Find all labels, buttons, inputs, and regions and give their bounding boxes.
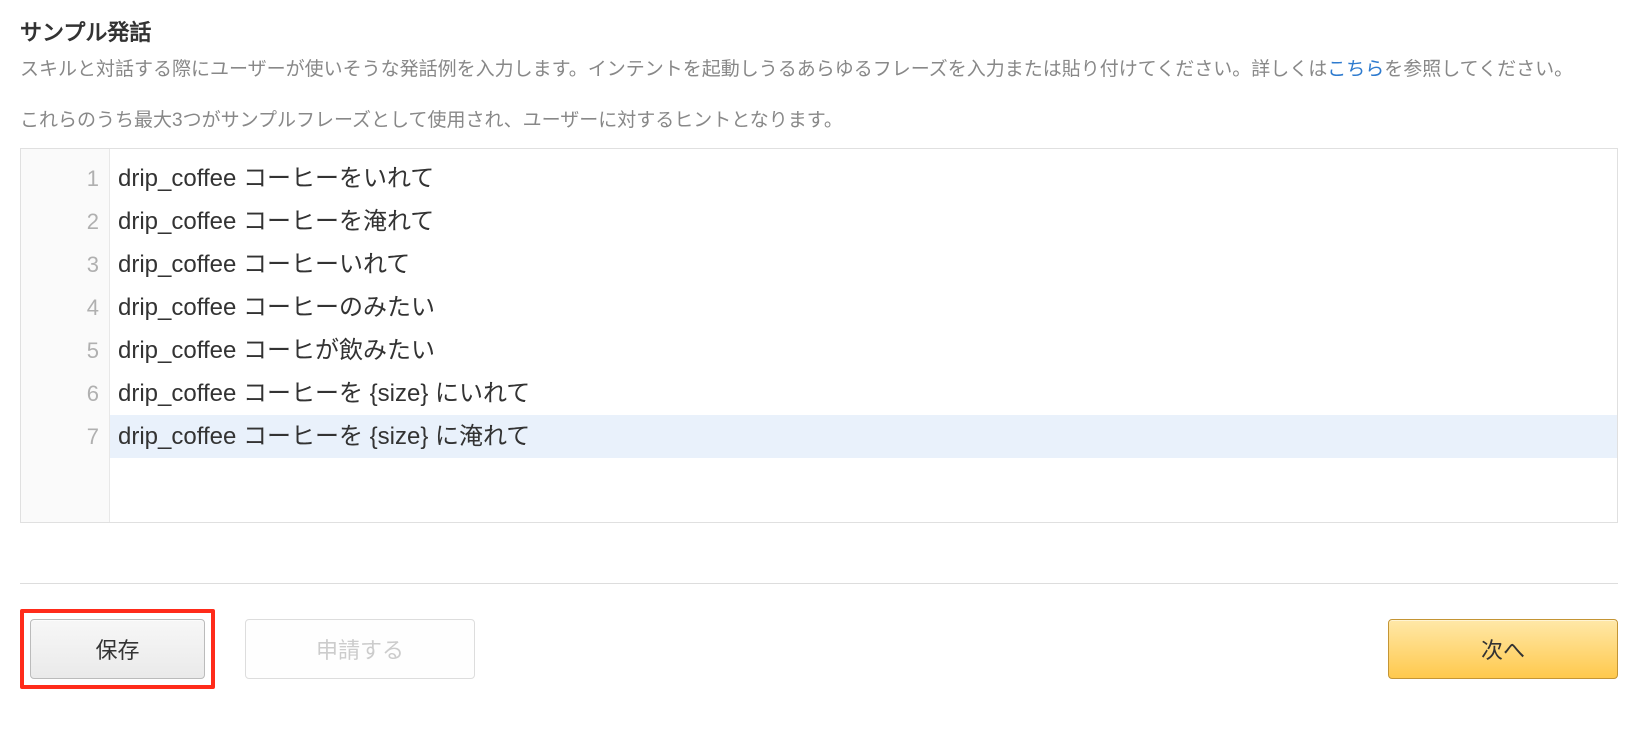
line-number: 7 (21, 415, 109, 458)
section-title: サンプル発話 (20, 15, 1618, 47)
line-number: 6 (21, 372, 109, 415)
description-text-before: スキルと対話する際にユーザーが使いそうな発話例を入力します。インテントを起動しう… (20, 59, 1327, 80)
utterance-line[interactable]: drip_coffee コーヒが飲みたい (110, 329, 1617, 372)
next-button[interactable]: 次へ (1388, 619, 1618, 679)
editor-gutter: 1 2 3 4 5 6 7 (21, 149, 110, 522)
utterance-line[interactable]: drip_coffee コーヒーを {size} にいれて (110, 372, 1617, 415)
line-number: 2 (21, 200, 109, 243)
line-number: 1 (21, 157, 109, 200)
utterance-line[interactable]: drip_coffee コーヒーを淹れて (110, 200, 1617, 243)
editor-content[interactable]: drip_coffee コーヒーをいれて drip_coffee コーヒーを淹れ… (110, 149, 1617, 522)
utterance-line[interactable]: drip_coffee コーヒーいれて (110, 243, 1617, 286)
save-button[interactable]: 保存 (30, 619, 205, 679)
utterance-editor[interactable]: 1 2 3 4 5 6 7 drip_coffee コーヒーをいれて drip_… (20, 148, 1618, 523)
save-button-highlight: 保存 (20, 609, 215, 689)
description-text-after: を参照してください。 (1384, 59, 1573, 80)
hint-text: これらのうち最大3つがサンプルフレーズとして使用され、ユーザーに対するヒントとな… (20, 105, 1618, 132)
button-row: 保存 申請する 次へ (20, 609, 1618, 689)
utterance-line[interactable]: drip_coffee コーヒーをいれて (110, 157, 1617, 200)
utterance-line[interactable]: drip_coffee コーヒーのみたい (110, 286, 1617, 329)
utterance-line[interactable]: drip_coffee コーヒーを {size} に淹れて (110, 415, 1617, 458)
divider (20, 583, 1618, 584)
submit-button: 申請する (245, 619, 475, 679)
line-number: 5 (21, 329, 109, 372)
section-description: スキルと対話する際にユーザーが使いそうな発話例を入力します。インテントを起動しう… (20, 55, 1618, 85)
description-link[interactable]: こちら (1327, 59, 1384, 80)
line-number: 4 (21, 286, 109, 329)
line-number: 3 (21, 243, 109, 286)
